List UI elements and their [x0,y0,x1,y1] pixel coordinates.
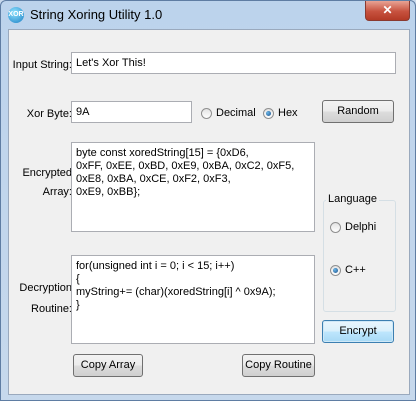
xor-byte-label: Xor Byte: [26,108,72,120]
title-bar[interactable]: XOR String Xoring Utility 1.0 ✕ [1,1,415,29]
encrypted-label-line2: Array: [42,186,72,198]
language-group [323,200,396,312]
window-title: String Xoring Utility 1.0 [30,7,163,22]
delphi-radio[interactable] [330,222,341,233]
cpp-radio[interactable] [330,265,341,276]
decimal-radio-label[interactable]: Decimal [216,107,256,119]
language-group-title: Language [326,193,379,205]
client-area: Input String: Xor Byte: Decimal Hex Rand… [8,29,410,395]
decryption-label-line2: Routine: [31,303,72,315]
close-button[interactable]: ✕ [365,1,410,21]
cpp-radio-label[interactable]: C++ [345,264,366,276]
input-string-label: Input String: [12,59,72,71]
hex-radio-selected-dot [266,111,271,116]
decryption-routine-textarea[interactable]: for(unsigned int i = 0; i < 15; i++) { m… [71,255,315,344]
encrypted-label-line1: Encrypted [22,167,72,179]
decimal-radio[interactable] [201,108,212,119]
input-string-field[interactable] [71,52,396,74]
decryption-label-line1: Decryption [19,282,72,294]
app-icon[interactable]: XOR [8,7,24,23]
cpp-radio-selected-dot [333,268,338,273]
copy-routine-button[interactable]: Copy Routine [242,354,315,377]
hex-radio[interactable] [263,108,274,119]
hex-radio-label[interactable]: Hex [278,107,298,119]
copy-array-button[interactable]: Copy Array [73,354,143,377]
app-window: XOR String Xoring Utility 1.0 ✕ Input St… [0,0,416,401]
random-button[interactable]: Random [322,100,394,123]
encrypted-array-textarea[interactable]: byte const xoredString[15] = {0xD6, 0xFF… [71,142,315,232]
xor-byte-field[interactable] [71,101,192,123]
delphi-radio-label[interactable]: Delphi [345,221,376,233]
encrypt-button[interactable]: Encrypt [322,320,394,343]
